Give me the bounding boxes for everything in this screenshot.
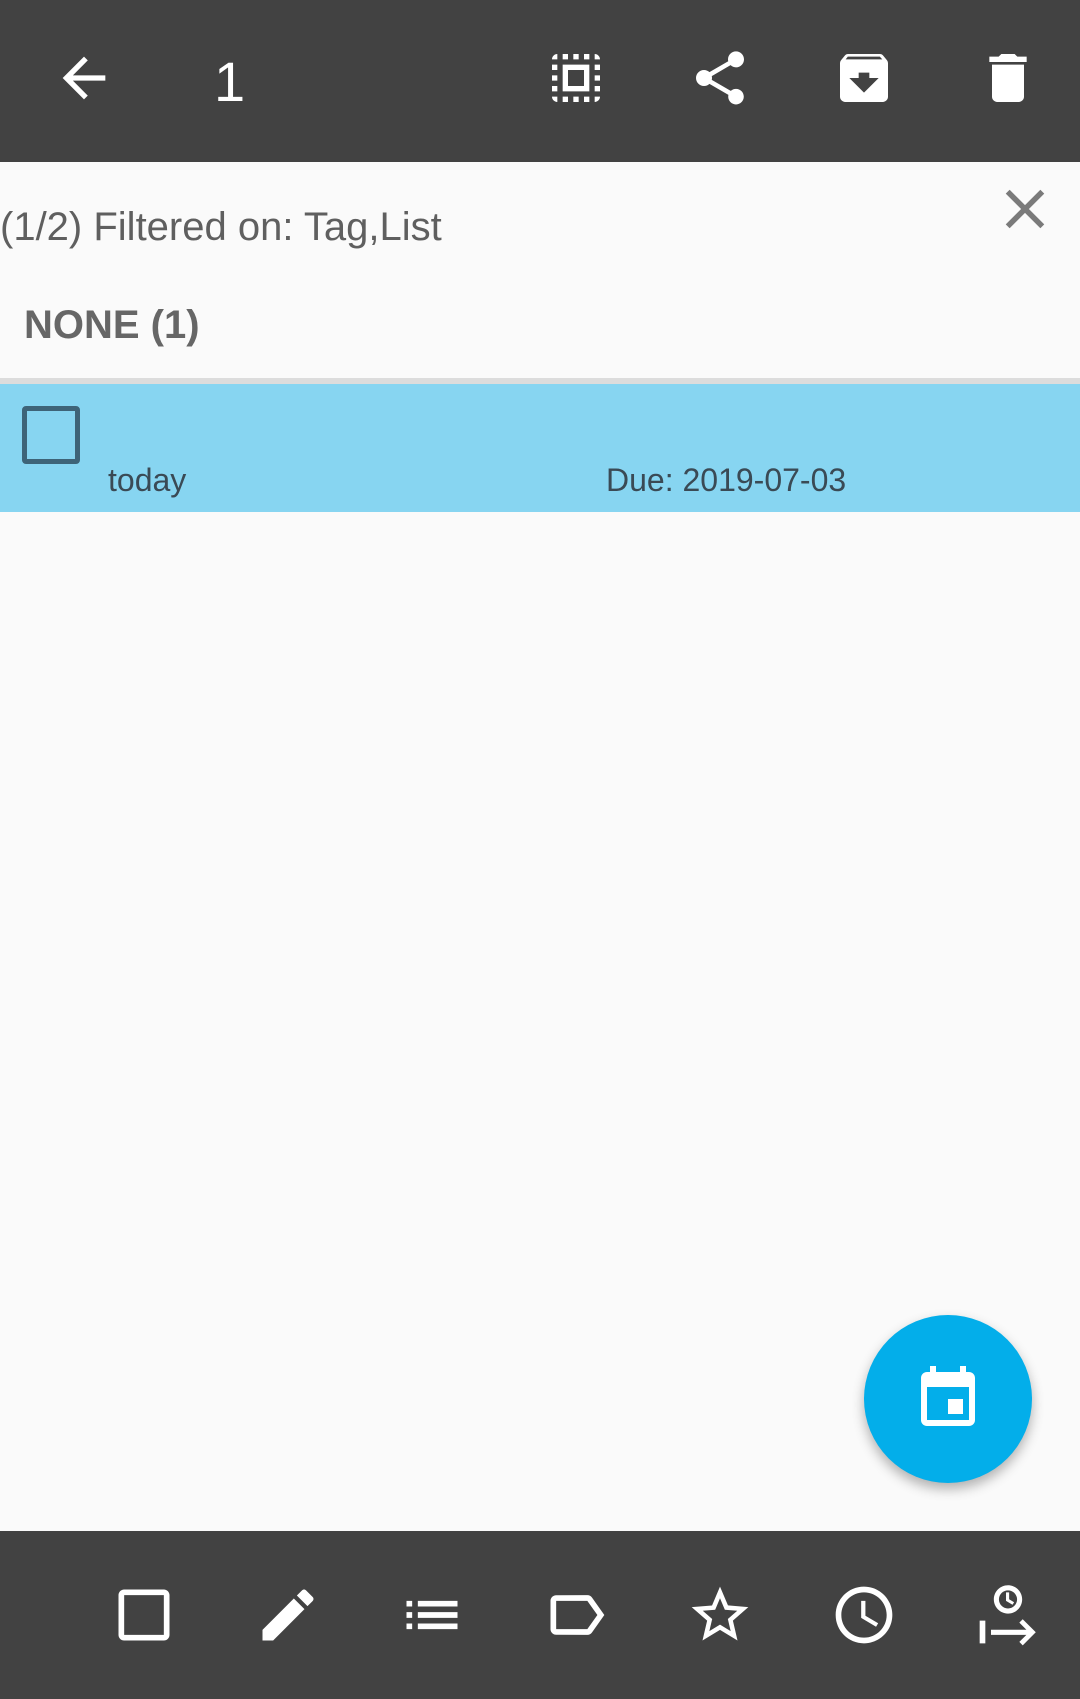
filter-status-text: (1/2) Filtered on: Tag,List	[0, 205, 442, 249]
share-icon[interactable]	[688, 46, 752, 110]
checkbox-icon[interactable]	[110, 1581, 178, 1649]
archive-icon[interactable]	[832, 46, 896, 110]
back-arrow-icon[interactable]	[52, 46, 116, 110]
bottom-action-bar	[0, 1531, 1080, 1699]
selected-count: 1	[214, 50, 246, 113]
task-date-label: today	[108, 462, 187, 498]
edit-icon[interactable]	[254, 1581, 322, 1649]
task-due-date: Due: 2019-07-03	[606, 462, 847, 498]
delete-icon[interactable]	[976, 46, 1040, 110]
calendar-icon	[921, 1366, 975, 1426]
star-icon[interactable]	[686, 1581, 754, 1649]
task-checkbox[interactable]	[22, 406, 80, 464]
select-all-icon[interactable]	[544, 46, 608, 110]
fab-calendar-button[interactable]	[864, 1315, 1032, 1483]
clock-icon[interactable]	[830, 1581, 898, 1649]
tag-icon[interactable]	[542, 1581, 610, 1649]
clear-filter-close-icon[interactable]	[992, 176, 1058, 242]
group-header: NONE (1)	[24, 303, 200, 347]
top-action-bar: 1	[0, 0, 1080, 162]
threshold-date-icon[interactable]	[974, 1581, 1042, 1649]
task-row[interactable]: today Due: 2019-07-03	[0, 384, 1080, 512]
list-icon[interactable]	[398, 1581, 466, 1649]
